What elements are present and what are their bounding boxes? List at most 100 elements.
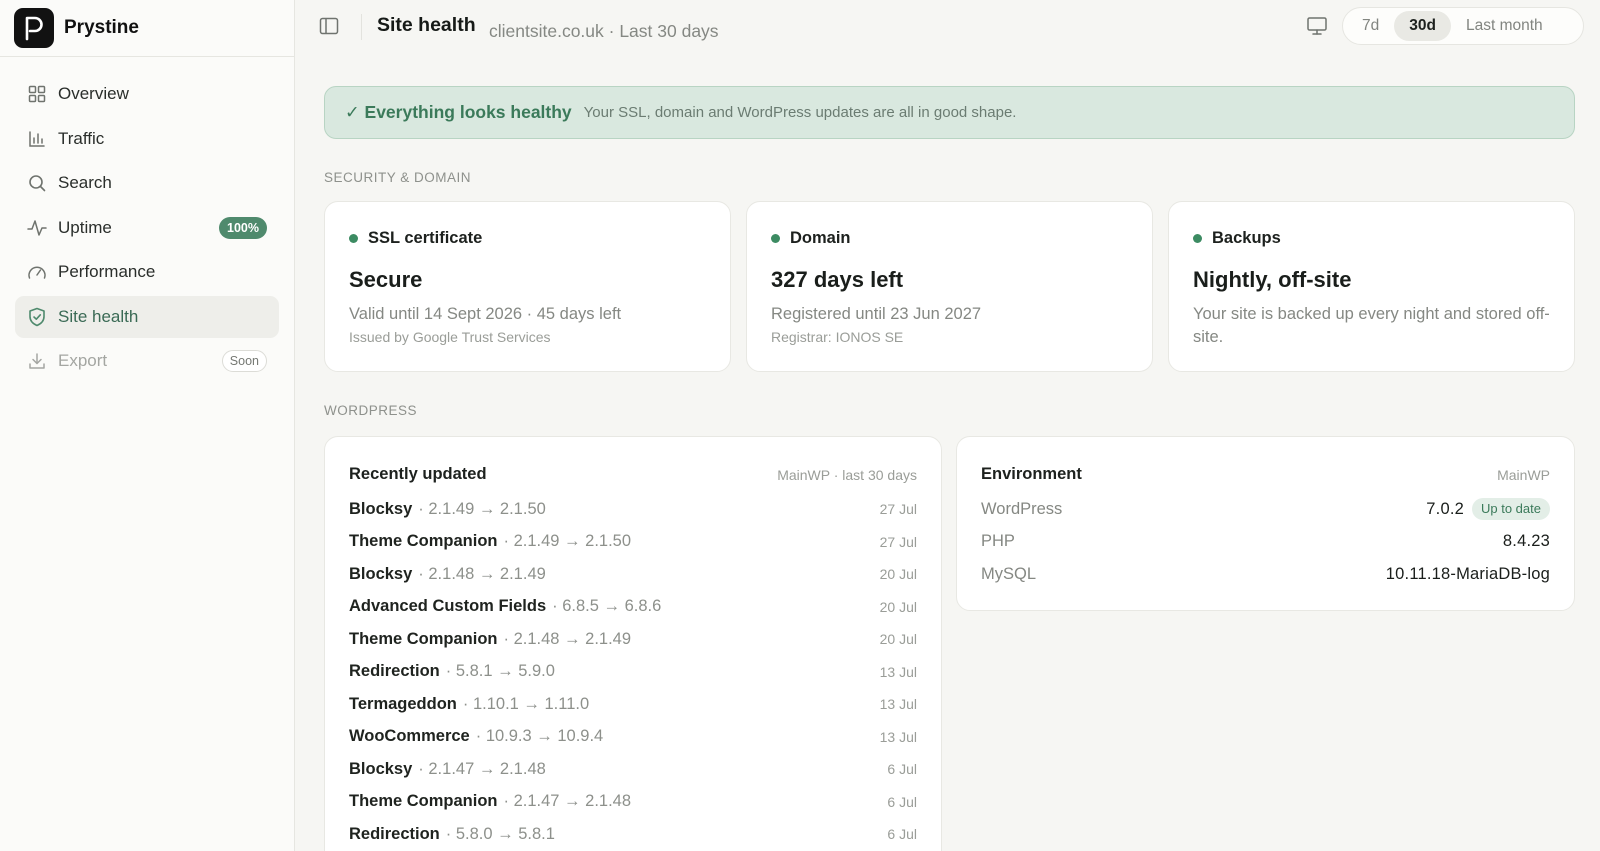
section-label-wordpress: WORDPRESS [324,403,418,418]
uptime-badge: 100% [219,216,267,239]
env-value: 10.11.18-MariaDB-log [1385,564,1550,583]
sidebar-toggle-icon[interactable] [319,16,339,36]
env-label: PHP [981,532,1015,550]
environment-card: Environment MainWP WordPress 7.0.2 Up to… [956,436,1575,611]
environment-title: Environment [981,465,1082,483]
range-option-last-month[interactable]: Last month [1451,11,1558,41]
plugin-version: · 5.8.1 → 5.9.0 [445,662,555,680]
backups-schedule: Nightly, off-site [1193,267,1352,292]
update-row: Termageddon · 1.10.1 → 1.11.0 13 Jul [349,688,917,720]
sidebar-item-label: Export [58,351,108,370]
update-row: Blocksy · 2.1.48 → 2.1.49 20 Jul [349,558,917,590]
plugin-name: Blocksy [349,499,413,518]
update-row: Advanced Custom Fields · 6.8.5 → 6.8.6 20 … [349,591,917,623]
bar-chart-icon [27,129,47,149]
soon-tag: Soon [221,350,267,372]
monitor-icon[interactable] [1306,16,1328,36]
environment-meta: MainWP [1497,467,1550,483]
status-dot-icon [1193,234,1202,243]
header-divider [361,14,362,40]
backups-description: Your site is backed up every night and s… [1193,305,1550,346]
domain-registrar: Registrar: IONOS SE [771,329,904,345]
update-row: Theme Companion · 2.1.49 → 2.1.50 27 Jul [349,526,917,558]
brand[interactable]: Prystine [0,0,294,57]
plugin-name: Redirection [349,824,440,843]
update-row: Theme Companion · 2.1.47 → 2.1.48 6 Jul [349,786,917,818]
plugin-name: WooCommerce [349,727,470,745]
update-date: 20 Jul [879,631,917,647]
ssl-status: Secure [349,267,423,292]
update-date: 20 Jul [879,566,917,582]
sidebar-item-traffic[interactable]: Traffic [15,118,279,160]
plugin-version: · 6.8.5 → 6.8.6 [552,597,662,615]
env-value: 8.4.23 [1502,532,1550,550]
plugin-version: · 2.1.48 → 2.1.49 [418,564,546,583]
sidebar-item-export: Export Soon [15,340,279,382]
update-date: 6 Jul [887,793,917,810]
plugin-name: Redirection [349,662,440,680]
update-row: Redirection · 5.8.0 → 5.8.1 6 Jul [349,818,917,850]
sidebar-item-label: Performance [58,262,156,281]
domain-registration: Registered until 23 Jun 2027 [771,305,982,323]
download-icon [27,351,47,371]
alert-title: ✓ Everything looks healthy [345,102,572,122]
sidebar-item-label: Search [58,173,112,192]
update-date: 27 Jul [879,533,917,550]
plugin-name: Theme Companion [349,532,498,550]
card-title: Backups [1212,229,1281,247]
sidebar-item-label: Overview [58,84,129,103]
sidebar-item-site-health[interactable]: Site health [15,295,279,338]
domain-card: Domain 327 days left Registered until 23… [746,201,1153,372]
plugin-version: · 2.1.49 → 2.1.50 [418,499,546,518]
env-row-mysql: MySQL 10.11.18-MariaDB-log [981,558,1550,590]
plugin-name: Advanced Custom Fields [349,597,547,615]
update-row: WooCommerce · 10.9.3 → 10.9.4 13 Jul [349,721,917,753]
up-to-date-badge: Up to date [1472,498,1550,520]
plugin-version: · 2.1.49 → 2.1.50 [503,532,632,550]
update-date: 6 Jul [887,826,917,842]
ssl-issuer: Issued by Google Trust Services [349,329,551,345]
plugin-version: · 10.9.3 → 10.9.4 [475,727,604,745]
updates-meta: MainWP · last 30 days [777,467,917,483]
alert-text: Your SSL, domain and WordPress updates a… [583,104,1017,121]
sidebar-item-search[interactable]: Search [15,162,279,204]
recent-updates-card: Recently updated MainWP · last 30 days B… [324,436,942,851]
backups-card-header: Backups [1193,229,1281,248]
backups-card: Backups Nightly, off-site Your site is b… [1168,201,1575,372]
range-option-30d[interactable]: 30d [1394,11,1451,41]
plugin-version: · 1.10.1 → 1.11.0 [462,694,590,713]
top-header: Site health clientsite.co.uk · Last 30 d… [295,0,1600,52]
update-row: Theme Companion · 2.1.48 → 2.1.49 20 Jul [349,623,917,655]
page-subtitle: clientsite.co.uk · Last 30 days [489,21,719,41]
plugin-version: · 2.1.47 → 2.1.48 [418,759,546,778]
sidebar-item-overview[interactable]: Overview [15,73,279,115]
plugin-version: · 2.1.48 → 2.1.49 [503,629,632,648]
ssl-card-header: SSL certificate [349,229,482,248]
page-title: Site health [377,14,476,36]
plugin-name: Blocksy [349,759,413,778]
update-date: 20 Jul [879,598,917,615]
grid-icon [27,84,47,104]
gauge-icon [27,262,47,282]
ssl-validity: Valid until 14 Sept 2026 · 45 days left [349,305,622,323]
plugin-version: · 2.1.47 → 2.1.48 [503,792,632,810]
sidebar: Prystine Overview Traffic Search Uptime [0,0,295,851]
status-dot-icon [771,234,780,243]
update-row: Redirection · 5.8.1 → 5.9.0 13 Jul [349,656,917,688]
range-option-7d[interactable]: 7d [1347,11,1394,41]
plugin-name: Blocksy [349,564,413,583]
ssl-card: SSL certificate Secure Valid until 14 Se… [324,201,731,372]
env-label: MySQL [981,564,1037,583]
update-date: 27 Jul [879,501,917,517]
sidebar-item-label: Uptime [58,217,112,237]
plugin-version: · 5.8.0 → 5.8.1 [445,824,555,843]
update-row: Blocksy · 2.1.49 → 2.1.50 27 Jul [349,493,917,525]
domain-days-left: 327 days left [771,267,904,292]
update-date: 13 Jul [879,663,917,680]
update-date: 13 Jul [879,696,917,712]
sidebar-item-performance[interactable]: Performance [15,251,279,293]
sidebar-item-uptime[interactable]: Uptime 100% [15,207,279,249]
brand-logo-icon [14,8,54,48]
plugin-name: Theme Companion [349,629,498,648]
pulse-icon [27,218,47,238]
